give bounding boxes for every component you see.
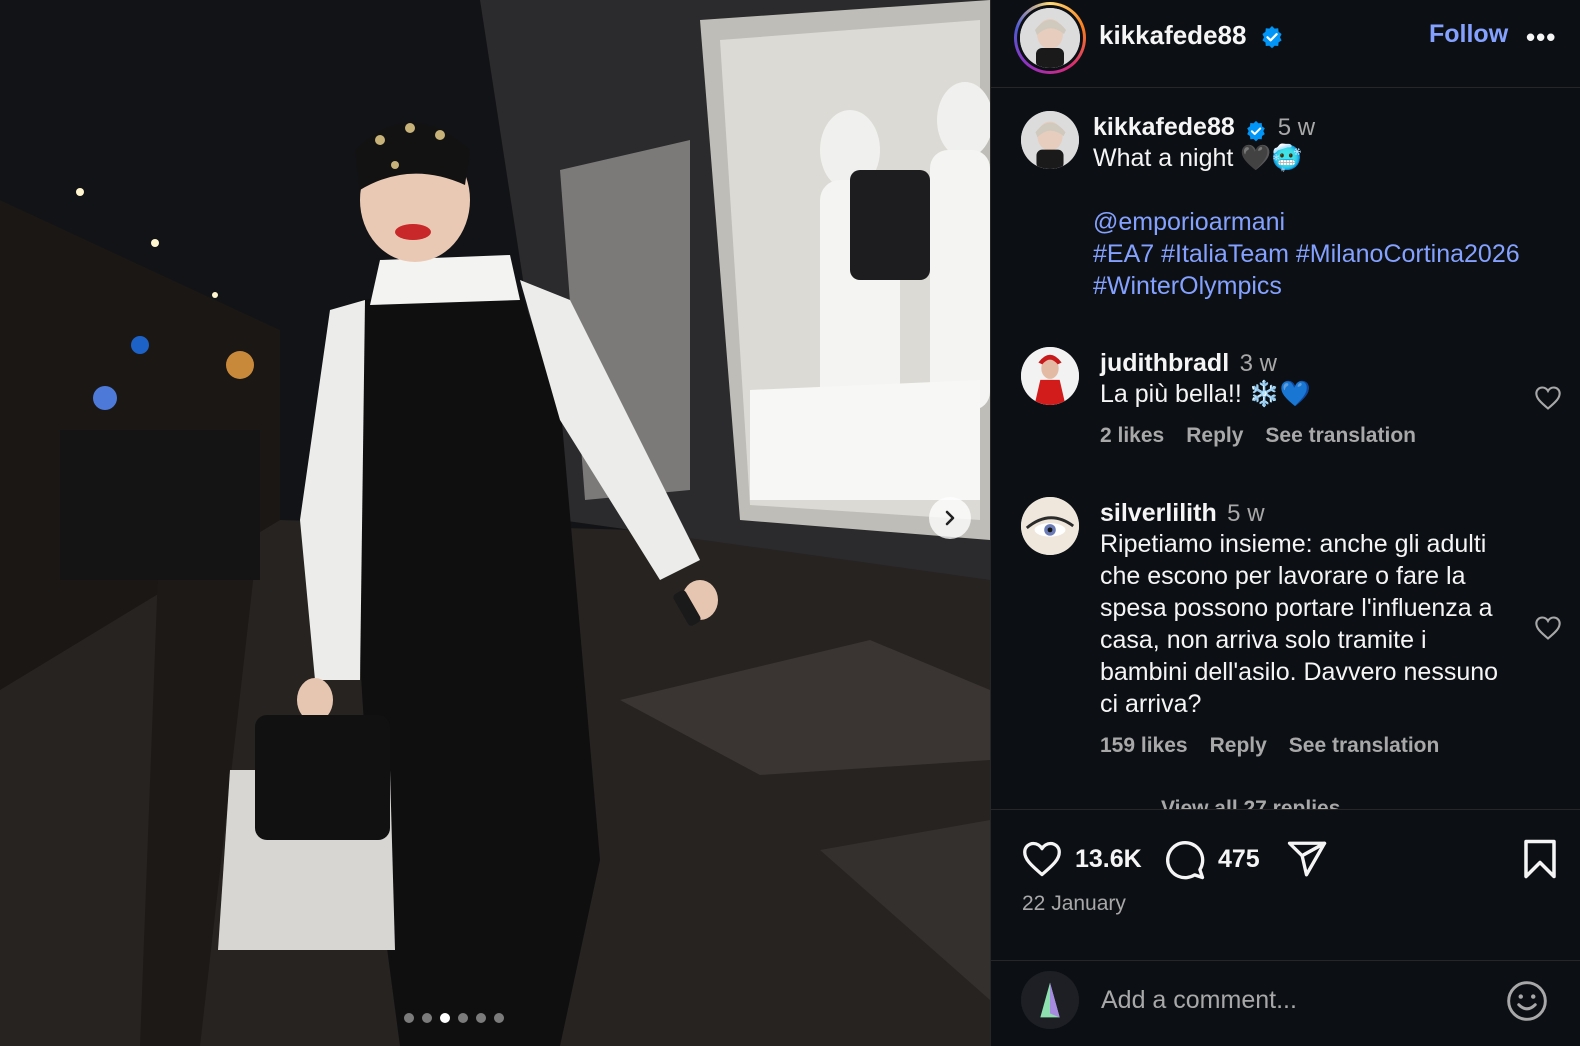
like-comment-heart-icon[interactable] [1534,385,1562,411]
verified-badge-icon [1262,26,1282,49]
share-send-icon[interactable] [1286,838,1328,880]
reply-button[interactable]: Reply [1186,424,1243,448]
comment-text-line: ci arriva? [1100,690,1202,718]
post-actions: 13.6K 475 22 January [991,809,1580,1046]
avatar-photo [1021,497,1079,555]
avatar-photo [1021,971,1079,1029]
carousel-indicator [404,1013,504,1023]
author-username[interactable]: kikkafede88 [1099,20,1284,51]
comment-time[interactable]: 3 w [1240,350,1277,377]
avatar-photo [1021,111,1079,169]
comment-text-line: bambini dell'asilo. Davvero nessuno [1100,658,1499,686]
comment-text-line: spesa possono portare l'influenza a [1100,594,1493,622]
follow-button[interactable]: Follow [1429,20,1508,49]
carousel-dot [494,1013,504,1023]
chevron-right-icon [945,510,955,526]
comments-list[interactable]: kikkafede88 5 w What a night 🖤🥶 @emporio… [991,89,1580,809]
comment-username[interactable]: judithbradl [1100,349,1229,377]
comment-text-line: casa, non arriva solo tramite i [1100,626,1427,654]
save-bookmark-icon[interactable] [1521,838,1559,880]
commenter-avatar[interactable] [1021,347,1079,405]
verified-badge-icon [1247,120,1266,142]
comment-username[interactable]: silverlilith [1100,499,1217,527]
hashtags-line-1[interactable]: #EA7 #ItaliaTeam #MilanoCortina2026 [1093,238,1553,270]
current-user-avatar [1021,971,1079,1029]
carousel-dot [476,1013,486,1023]
comment-text-line: Ripetiamo insieme: anche gli adulti [1100,530,1487,558]
more-options-icon[interactable]: ••• [1526,22,1556,53]
post-date[interactable]: 22 January [1022,892,1126,916]
see-translation-button[interactable]: See translation [1289,734,1440,758]
carousel-dot [458,1013,468,1023]
carousel-dot [422,1013,432,1023]
caption-time[interactable]: 5 w [1278,114,1315,141]
reply-button[interactable]: Reply [1210,734,1267,758]
see-translation-button[interactable]: See translation [1265,424,1416,448]
post-image[interactable] [0,0,990,1046]
add-comment-bar [991,960,1580,1046]
comment-likes[interactable]: 159 likes [1100,734,1188,758]
comments-count[interactable]: 475 [1218,845,1260,874]
avatar-photo [1021,347,1079,405]
author-avatar[interactable] [1014,2,1086,74]
comment-likes[interactable]: 2 likes [1100,424,1164,448]
carousel-dot [404,1013,414,1023]
caption-text: What a night 🖤🥶 [1093,144,1303,172]
likes-count[interactable]: 13.6K [1075,845,1142,874]
caption-username[interactable]: kikkafede88 [1093,113,1235,141]
comment-bubble-icon[interactable] [1164,839,1206,881]
comment-input[interactable] [1101,981,1481,1019]
mention-link[interactable]: @emporioarmani [1093,208,1285,236]
caption-author-avatar[interactable] [1021,111,1079,169]
like-heart-icon[interactable] [1021,840,1063,878]
like-comment-heart-icon[interactable] [1534,615,1562,641]
carousel-dot [440,1013,450,1023]
comment-text-line: che escono per lavorare o fare la [1100,562,1466,590]
emoji-icon[interactable] [1505,979,1549,1023]
next-image-button[interactable] [929,497,971,539]
hashtags-line-2[interactable]: #WinterOlympics [1093,270,1553,302]
avatar-photo [1020,8,1080,68]
view-replies-button[interactable]: View all 27 replies [1161,797,1340,809]
post-side-panel: kikkafede88 Follow ••• kikkafede88 5 w W… [990,0,1580,1046]
post-header: kikkafede88 Follow ••• [991,0,1580,88]
post-photo [0,0,990,1046]
commenter-avatar[interactable] [1021,497,1079,555]
username-text[interactable]: kikkafede88 [1099,20,1246,50]
comment-time[interactable]: 5 w [1227,500,1264,527]
comment-text: La più bella!! ❄️💙 [1100,380,1311,408]
